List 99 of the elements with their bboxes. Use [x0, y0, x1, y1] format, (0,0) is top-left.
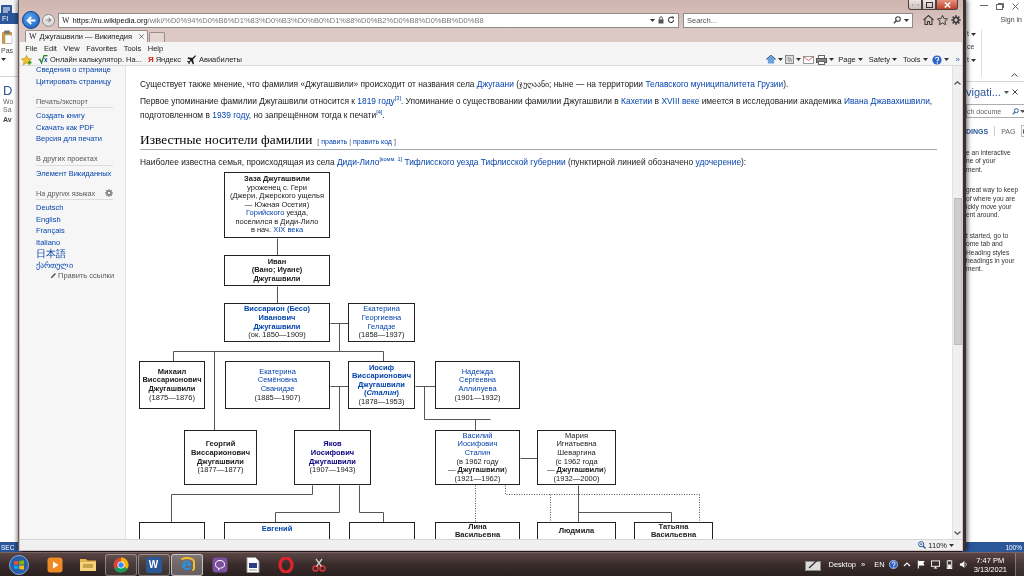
maximize-button[interactable] — [922, 0, 936, 10]
text-link[interactable]: Тифлисского уезда — [402, 157, 479, 167]
minimize-button[interactable] — [908, 0, 922, 10]
feed-icon[interactable] — [785, 55, 795, 64]
forward-button[interactable] — [42, 13, 55, 27]
text-link[interactable]: Тифлисской губернии — [478, 157, 566, 167]
caret-icon — [922, 58, 928, 61]
sidebar-link[interactable]: 日本語 — [36, 248, 66, 260]
text-link[interactable]: XVIII веке — [661, 96, 700, 106]
pane-title: vigati... — [966, 85, 1001, 99]
caret-icon — [904, 18, 909, 22]
arrow-up-icon[interactable] — [902, 560, 911, 569]
paragraph: Наиболее известна семья, происходящая из села Диди-Лило$^{[комм. 1]}$ Тифлисского уезда Тифлисской губернии (пунктирной линией обозначено удочерение): — [140, 155, 748, 169]
paragraph: Существует также мнение, что фамилия «Джугашвили» происходит от названия села Джугаани (ჯუღაანი; ныне — на территории Телавского муниципалитета Грузии). — [140, 78, 790, 91]
text-link[interactable]: Ивана Джавахишвили — [843, 96, 930, 106]
show-desktop-button[interactable] — [1015, 552, 1024, 576]
mail-icon[interactable] — [803, 55, 815, 64]
settings-icon[interactable] — [951, 15, 961, 25]
speaker-icon[interactable] — [958, 560, 968, 569]
airplane-icon — [186, 54, 197, 65]
search-icon[interactable] — [893, 16, 901, 24]
refresh-icon[interactable] — [667, 16, 675, 24]
close-icon — [943, 1, 951, 8]
caret-icon — [943, 58, 949, 61]
connector-line — [520, 458, 538, 459]
restore-icon[interactable] — [996, 2, 1004, 10]
play-icon — [46, 556, 63, 573]
caret-icon — [796, 58, 802, 61]
flag-icon[interactable] — [916, 560, 926, 569]
lock-icon[interactable] — [658, 16, 664, 24]
close-icon[interactable] — [139, 34, 145, 39]
connector-line — [277, 238, 278, 256]
scissors-icon — [310, 556, 327, 573]
caret-icon — [1, 58, 6, 61]
scroll-thumb[interactable] — [953, 198, 962, 345]
arrow-right-icon — [45, 17, 52, 23]
arrow-up-icon[interactable] — [954, 81, 961, 85]
radical-sign-icon — [38, 55, 48, 64]
logo-letter: Я — [147, 55, 154, 64]
taskbar-button[interactable] — [104, 553, 137, 576]
text-link[interactable]: Джугаани — [476, 79, 514, 89]
star-icon[interactable] — [937, 15, 948, 25]
close-icon[interactable] — [1012, 2, 1019, 10]
chat-bubble-icon — [211, 556, 228, 573]
caret-icon — [857, 58, 863, 61]
pane-title: D — [3, 83, 13, 98]
text-link[interactable]: 1819 году — [357, 96, 395, 106]
caret-icon — [892, 58, 898, 61]
caret-icon — [949, 543, 954, 547]
collapse-ribbon-icon[interactable] — [1011, 73, 1018, 77]
maximize-icon — [925, 1, 933, 8]
arrow-down-icon[interactable] — [954, 531, 961, 535]
text-link[interactable]: 1939 году — [212, 110, 249, 120]
more-tools-chevron[interactable]: » — [955, 55, 960, 64]
monitor-icon[interactable] — [930, 560, 940, 569]
help-icon[interactable] — [888, 560, 898, 569]
caret-icon — [650, 18, 655, 22]
minimize-icon[interactable] — [980, 5, 988, 7]
connector-line — [359, 485, 384, 523]
taskbar-app-button[interactable]: W — [137, 553, 170, 576]
caret-icon — [829, 58, 835, 61]
text-link[interactable]: удочерение — [695, 157, 742, 167]
home-icon[interactable] — [923, 15, 934, 25]
battery-icon[interactable] — [944, 560, 954, 569]
clipboard-icon[interactable] — [1, 30, 13, 44]
close-button[interactable] — [936, 0, 958, 10]
search-icon — [1012, 107, 1020, 115]
arrow-left-icon — [26, 15, 36, 25]
printer-icon[interactable] — [816, 54, 828, 65]
text-link[interactable]: Кахетии — [621, 96, 653, 106]
caret-icon — [970, 32, 976, 36]
minimize-icon — [911, 3, 919, 6]
zoom-icon — [918, 541, 927, 549]
ring-icon — [277, 556, 294, 573]
connector-line — [277, 286, 278, 304]
star-icon[interactable] — [21, 54, 32, 65]
scrollbar[interactable] — [952, 66, 962, 539]
caret-icon — [970, 58, 976, 62]
paragraph: Первое упоминание фамилии Джугашвили относится к 1819 году$^{[3]}$. Упоминание о существовании фамилии Джугашвили в Кахетии в XVIII веке имеется в исследовании академика Ивана Джавахишвили, подготовленном в 1939 году, но запрещённом тогда к печати$^{[4]}$. — [140, 94, 934, 122]
caret-icon[interactable] — [1003, 90, 1009, 94]
text-link[interactable]: Телавского муниципалитета Грузии — [645, 79, 784, 89]
pen-tablet-icon[interactable] — [804, 558, 821, 571]
back-button[interactable] — [22, 11, 40, 29]
help-icon[interactable] — [931, 54, 942, 65]
dotted-connector-line — [475, 485, 476, 523]
color-wheel-icon — [112, 556, 129, 573]
close-icon[interactable] — [1011, 89, 1018, 95]
section-heading: Известные носители фамилии — [140, 131, 313, 148]
caret-icon — [778, 58, 784, 61]
caret-icon[interactable] — [1020, 109, 1024, 113]
folder-icon — [78, 557, 97, 572]
document-icon — [245, 556, 260, 573]
orb-icon — [9, 554, 29, 575]
site-logo-letter: W — [62, 15, 70, 25]
site-logo-letter: W — [29, 32, 37, 41]
settings-icon[interactable] — [105, 189, 113, 197]
arrow-right-icon — [1022, 128, 1024, 134]
pencil-icon — [50, 272, 57, 279]
home-icon[interactable] — [766, 55, 777, 64]
